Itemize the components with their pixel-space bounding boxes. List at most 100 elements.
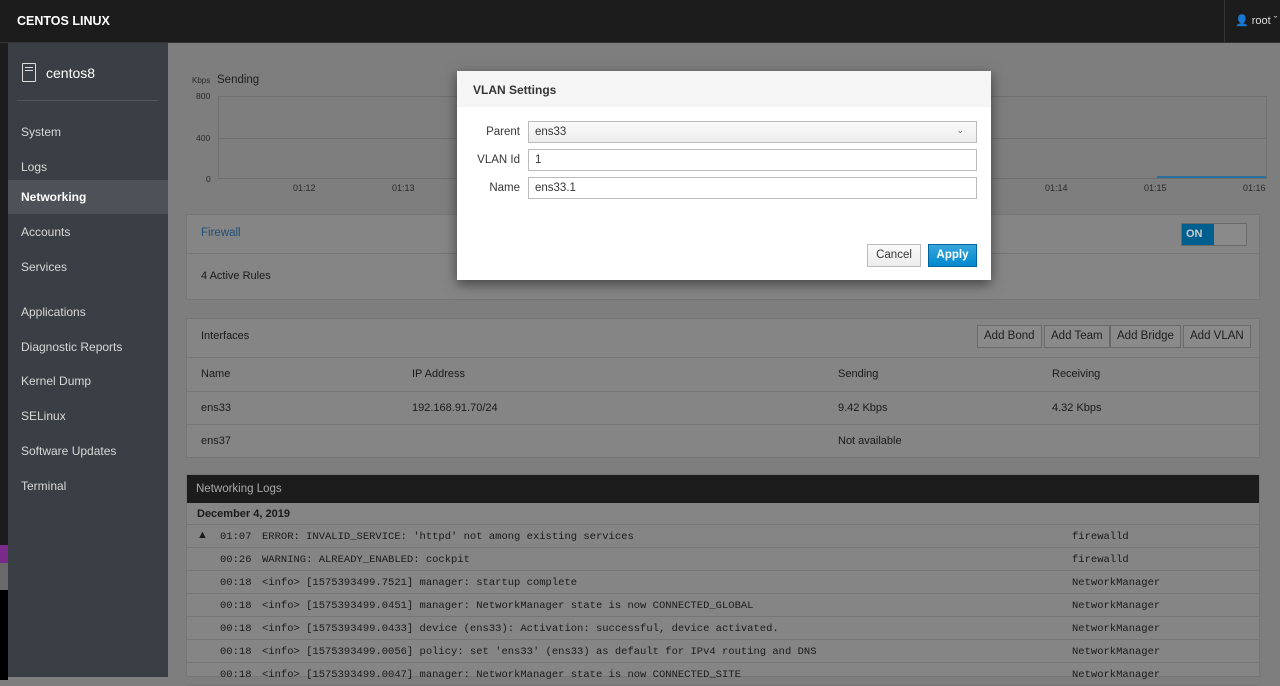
x-tick: 01:13 — [392, 183, 415, 193]
user-icon: 👤 — [1235, 15, 1249, 27]
cell: 192.168.91.70/24 — [412, 402, 498, 414]
chevron-down-icon: ˇ — [1273, 15, 1278, 27]
warning-icon: ▲ — [197, 529, 208, 541]
sidebar: centos8 System Logs Networking Accounts Serv… — [8, 43, 168, 677]
logs-title: Networking Logs — [187, 475, 1259, 503]
log-entry[interactable]: 00:18 <info> [1575393499.0433] device (en… — [187, 617, 1259, 640]
interfaces-title: Interfaces — [201, 330, 250, 342]
chart-title: Sending — [217, 74, 260, 86]
sidebar-item-terminal[interactable]: Terminal — [8, 469, 168, 503]
log-entry[interactable]: ▲ 01:07 ERROR: INVALID_SERVICE: 'httpd' no… — [187, 525, 1259, 548]
log-message: <info> [1575393499.7521] manager: startu… — [262, 577, 578, 589]
log-message: <info> [1575393499.0433] device (ens33):… — [262, 623, 779, 635]
log-source: NetworkManager — [1072, 646, 1161, 658]
sidebar-item-selinux[interactable]: SELinux — [8, 399, 168, 433]
col-name: Name — [201, 368, 231, 380]
sidebar-item-networking[interactable]: Networking — [8, 180, 168, 214]
log-time: 00:18 — [220, 600, 252, 612]
host-name: centos8 — [46, 64, 96, 81]
table-header: Name IP Address Sending Receiving — [187, 357, 1259, 391]
y-tick: 800 — [196, 91, 211, 101]
sidebar-item-accounts[interactable]: Accounts — [8, 215, 168, 249]
sidebar-item-logs[interactable]: Logs — [8, 150, 168, 184]
log-time: 00:18 — [220, 669, 252, 681]
cell: ens37 — [201, 435, 231, 447]
add-vlan-button[interactable]: Add VLAN — [1183, 325, 1251, 348]
parent-select[interactable]: ens33 ⌄ — [528, 121, 977, 143]
add-bond-button[interactable]: Add Bond — [977, 325, 1042, 348]
log-source: firewalld — [1072, 531, 1129, 543]
vlan-id-label: VLAN Id — [477, 154, 520, 166]
vlan-id-input[interactable]: 1 — [528, 149, 977, 171]
cell: Not available — [838, 435, 902, 447]
top-bar: CENTOS LINUX — [0, 0, 1280, 43]
log-time: 00:18 — [220, 646, 252, 658]
brand: CENTOS LINUX — [17, 14, 110, 28]
col-sending: Sending — [838, 368, 879, 380]
user-name: root — [1251, 15, 1271, 27]
log-source: NetworkManager — [1072, 600, 1161, 612]
dialog-title: VLAN Settings — [457, 71, 991, 107]
user-menu[interactable]: 👤 root ˇ — [1224, 0, 1280, 43]
log-entry[interactable]: 00:18 <info> [1575393499.0047] manager: N… — [187, 663, 1259, 686]
vlan-settings-dialog: VLAN Settings Parent ens33 ⌄ VLAN Id 1 N… — [457, 71, 991, 280]
chevron-down-icon: ⌄ — [956, 125, 964, 135]
sidebar-item-system[interactable]: System — [8, 115, 168, 149]
cancel-button[interactable]: Cancel — [867, 244, 921, 267]
table-row[interactable]: ens37 Not available — [187, 424, 1259, 457]
x-tick: 01:12 — [293, 183, 316, 193]
series-line — [1157, 176, 1266, 178]
chart-unit: Kbps — [192, 76, 211, 85]
firewall-link[interactable]: Firewall — [201, 227, 241, 239]
cell: ens33 — [201, 402, 231, 414]
name-label: Name — [489, 182, 520, 194]
log-date: December 4, 2019 — [187, 503, 1259, 525]
x-tick: 01:16 — [1243, 183, 1266, 193]
log-time: 01:07 — [220, 531, 252, 543]
divider — [17, 100, 158, 101]
add-bridge-button[interactable]: Add Bridge — [1110, 325, 1181, 348]
name-input[interactable]: ens33.1 — [528, 177, 977, 199]
log-time: 00:18 — [220, 623, 252, 635]
sidebar-item-diagnostic-reports[interactable]: Diagnostic Reports — [8, 330, 168, 364]
add-team-button[interactable]: Add Team — [1044, 325, 1110, 348]
x-tick: 01:15 — [1144, 183, 1167, 193]
parent-label: Parent — [486, 126, 520, 138]
interfaces-card: Interfaces Add Bond Add Team Add Bridge … — [186, 318, 1260, 458]
toggle-on-label: ON — [1182, 224, 1214, 245]
cell: 9.42 Kbps — [838, 402, 888, 414]
log-entry[interactable]: 00:18 <info> [1575393499.0451] manager: N… — [187, 594, 1259, 617]
active-rules: 4 Active Rules — [201, 270, 271, 282]
table-row[interactable]: ens33 192.168.91.70/24 9.42 Kbps 4.32 Kbps — [187, 391, 1259, 424]
y-tick: 400 — [196, 133, 211, 143]
sidebar-item-applications[interactable]: Applications — [8, 295, 168, 329]
sidebar-item-software-updates[interactable]: Software Updates — [8, 434, 168, 468]
log-source: firewalld — [1072, 554, 1129, 566]
log-entry[interactable]: 00:18 <info> [1575393499.0056] policy: se… — [187, 640, 1259, 663]
col-receiving: Receiving — [1052, 368, 1101, 380]
log-time: 00:26 — [220, 554, 252, 566]
log-message: <info> [1575393499.0451] manager: Networ… — [262, 600, 754, 612]
log-message: <info> [1575393499.0056] policy: set 'en… — [262, 646, 817, 658]
server-icon — [22, 63, 36, 82]
log-source: NetworkManager — [1072, 623, 1161, 635]
sidebar-item-services[interactable]: Services — [8, 250, 168, 284]
firewall-toggle[interactable]: ON — [1181, 223, 1247, 246]
log-entry[interactable]: 00:18 <info> [1575393499.7521] manager: s… — [187, 571, 1259, 594]
left-strip — [0, 43, 8, 680]
parent-value: ens33 — [535, 126, 567, 138]
col-ip: IP Address — [412, 368, 465, 380]
log-message: ERROR: INVALID_SERVICE: 'httpd' not amon… — [262, 531, 634, 543]
log-message: <info> [1575393499.0047] manager: Networ… — [262, 669, 741, 681]
log-source: NetworkManager — [1072, 577, 1161, 589]
y-tick: 0 — [206, 174, 211, 184]
cell: 4.32 Kbps — [1052, 402, 1102, 414]
networking-logs: Networking Logs December 4, 2019 ▲ 01:07 E… — [186, 474, 1260, 686]
x-tick: 01:14 — [1045, 183, 1068, 193]
host-header[interactable]: centos8 — [22, 63, 95, 82]
apply-button[interactable]: Apply — [928, 244, 977, 267]
log-time: 00:18 — [220, 577, 252, 589]
log-message: WARNING: ALREADY_ENABLED: cockpit — [262, 554, 470, 566]
log-entry[interactable]: 00:26 WARNING: ALREADY_ENABLED: cockpit fi… — [187, 548, 1259, 571]
sidebar-item-kernel-dump[interactable]: Kernel Dump — [8, 364, 168, 398]
